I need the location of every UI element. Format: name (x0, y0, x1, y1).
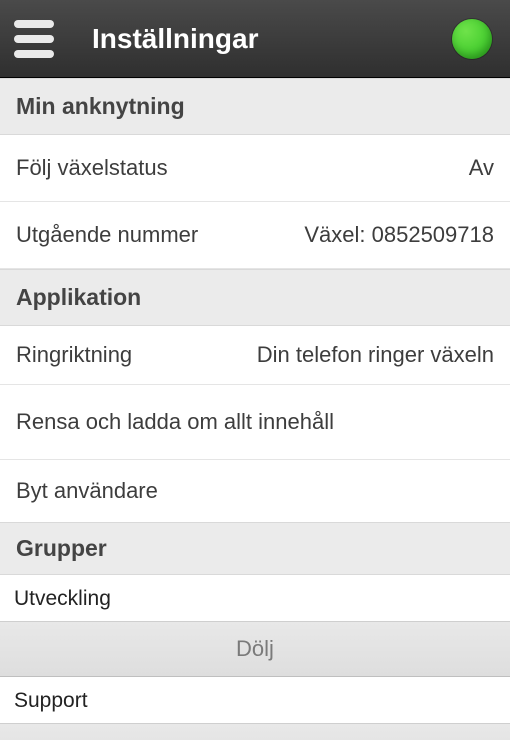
hamburger-icon[interactable] (14, 20, 54, 58)
label-outgoing-number: Utgående nummer (16, 222, 198, 248)
app-header: Inställningar (0, 0, 510, 78)
label-ring-direction: Ringriktning (16, 342, 132, 368)
row-follow-exchange-status[interactable]: Följ växelstatus Av (0, 135, 510, 202)
group-button-show[interactable]: Visa (0, 723, 510, 740)
row-clear-reload[interactable]: Rensa och ladda om allt innehåll (0, 385, 510, 460)
label-follow-exchange-status: Följ växelstatus (16, 155, 168, 181)
status-indicator-icon[interactable] (452, 19, 492, 59)
row-outgoing-number[interactable]: Utgående nummer Växel: 0852509718 (0, 202, 510, 269)
value-follow-exchange-status: Av (469, 155, 494, 181)
row-switch-user[interactable]: Byt användare (0, 460, 510, 522)
section-header-groups: Grupper (0, 522, 510, 575)
section-header-application: Applikation (0, 269, 510, 326)
row-ring-direction[interactable]: Ringriktning Din telefon ringer växeln (0, 326, 510, 385)
group-item-support: Support Visa (0, 677, 510, 740)
group-button-hide[interactable]: Dölj (0, 621, 510, 677)
value-ring-direction: Din telefon ringer växeln (257, 342, 494, 368)
group-name-utveckling: Utveckling (0, 575, 510, 621)
value-outgoing-number: Växel: 0852509718 (304, 222, 494, 248)
group-item-utveckling: Utveckling Dölj (0, 575, 510, 677)
group-name-support: Support (0, 677, 510, 723)
page-title: Inställningar (92, 23, 258, 55)
section-header-my-extension: Min anknytning (0, 78, 510, 135)
